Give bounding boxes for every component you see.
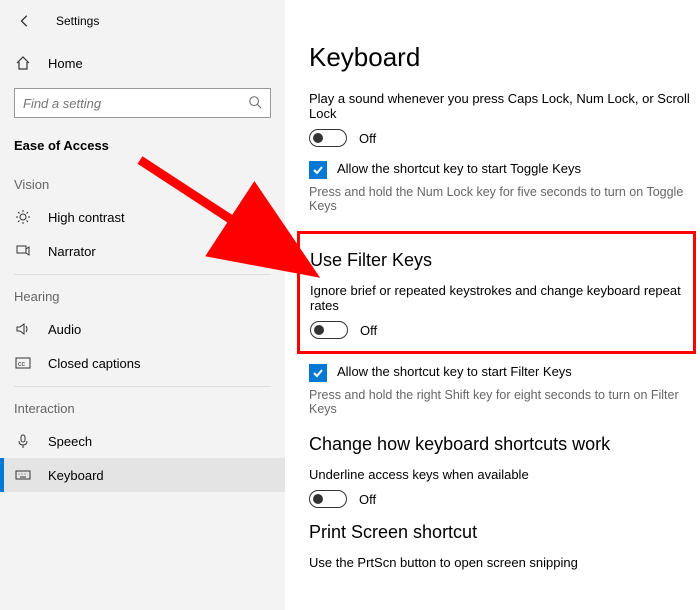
sidebar-item-keyboard[interactable]: Keyboard — [0, 458, 285, 492]
check-icon — [312, 367, 324, 379]
sidebar-item-home[interactable]: Home — [0, 46, 285, 80]
nav-label: Speech — [48, 434, 92, 449]
svg-text:cc: cc — [18, 361, 26, 368]
nav-label: Narrator — [48, 244, 96, 259]
sidebar-item-speech[interactable]: Speech — [0, 424, 285, 458]
toggle-keys-checkbox[interactable] — [309, 161, 327, 179]
sidebar-item-audio[interactable]: Audio — [0, 312, 285, 346]
group-interaction: Interaction — [0, 391, 285, 424]
filter-keys-help: Press and hold the right Shift key for e… — [309, 388, 689, 416]
underline-label: Underline access keys when available — [309, 467, 699, 482]
check-icon — [312, 164, 324, 176]
brightness-icon — [14, 208, 32, 226]
cc-icon: cc — [14, 354, 32, 372]
sidebar: Settings Home Ease of Access Vision High… — [0, 0, 285, 610]
underline-toggle[interactable] — [309, 490, 347, 508]
back-button[interactable] — [16, 12, 34, 30]
mic-icon — [14, 432, 32, 450]
sidebar-item-high-contrast[interactable]: High contrast — [0, 200, 285, 234]
home-icon — [14, 54, 32, 72]
search-box[interactable] — [14, 88, 271, 118]
printscreen-label: Use the PrtScn button to open screen sni… — [309, 555, 699, 570]
nav-label: High contrast — [48, 210, 125, 225]
shortcuts-heading: Change how keyboard shortcuts work — [309, 434, 700, 455]
filter-keys-toggle[interactable] — [310, 321, 348, 339]
toggle-state: Off — [360, 323, 377, 338]
filter-keys-desc: Ignore brief or repeated keystrokes and … — [310, 283, 683, 313]
audio-icon — [14, 320, 32, 338]
filter-keys-checkbox-label: Allow the shortcut key to start Filter K… — [337, 364, 572, 379]
filter-keys-heading: Use Filter Keys — [310, 250, 683, 271]
main-content: Keyboard Play a sound whenever you press… — [285, 0, 700, 578]
section-header: Ease of Access — [0, 132, 285, 167]
sidebar-item-closed-captions[interactable]: cc Closed captions — [0, 346, 285, 380]
printscreen-heading: Print Screen shortcut — [309, 522, 700, 543]
titlebar: Settings — [0, 12, 285, 46]
group-vision: Vision — [0, 167, 285, 200]
toggle-state: Off — [359, 492, 376, 507]
toggle-keys-label: Allow the shortcut key to start Toggle K… — [337, 161, 581, 176]
page-title: Keyboard — [309, 42, 700, 73]
nav-label: Keyboard — [48, 468, 104, 483]
home-label: Home — [48, 56, 83, 71]
divider — [14, 274, 271, 275]
keyboard-icon — [14, 466, 32, 484]
filter-keys-checkbox[interactable] — [309, 364, 327, 382]
nav-label: Audio — [48, 322, 81, 337]
caps-sound-label: Play a sound whenever you press Caps Loc… — [309, 91, 699, 121]
divider — [14, 386, 271, 387]
group-hearing: Hearing — [0, 279, 285, 312]
nav-label: Closed captions — [48, 356, 141, 371]
toggle-keys-help: Press and hold the Num Lock key for five… — [309, 185, 689, 213]
caps-sound-toggle[interactable] — [309, 129, 347, 147]
sidebar-item-narrator[interactable]: Narrator — [0, 234, 285, 268]
filter-keys-highlight: Use Filter Keys Ignore brief or repeated… — [297, 231, 696, 354]
narrator-icon — [14, 242, 32, 260]
app-title: Settings — [56, 14, 99, 28]
search-input[interactable] — [23, 96, 248, 111]
toggle-state: Off — [359, 131, 376, 146]
search-icon — [248, 95, 262, 112]
